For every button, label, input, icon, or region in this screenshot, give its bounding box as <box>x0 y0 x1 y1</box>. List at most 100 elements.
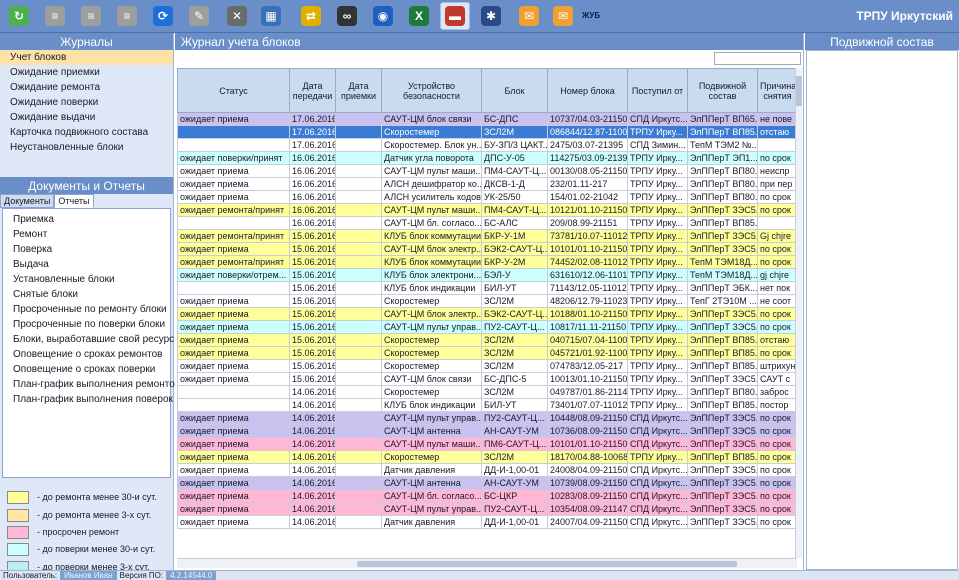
report-item[interactable]: Оповещение о сроках поверки <box>3 362 170 377</box>
journal-item[interactable]: Ожидание поверки <box>0 95 173 110</box>
report-item[interactable]: Просроченные по ремонту блоки <box>3 302 170 317</box>
cell-reason: по срок <box>757 424 797 438</box>
grid-horizontal-scrollbar[interactable] <box>177 558 797 568</box>
report-item[interactable]: Снятые блоки <box>3 287 170 302</box>
wrench-button[interactable]: ✕ <box>222 2 252 30</box>
table-row[interactable]: ожидает поверки/отрем... 15.06.2016 КЛУБ б… <box>177 268 797 282</box>
vertical-scroll-thumb[interactable] <box>796 76 802 106</box>
filter-input[interactable] <box>714 52 801 65</box>
table-row[interactable]: ожидает приема 14.06.2016 Датчик давления Д… <box>177 463 797 477</box>
cell-number: 10101/01.10-21150 <box>547 437 628 451</box>
report-item[interactable]: Поверка <box>3 242 170 257</box>
cell-reason: по срок <box>757 463 797 477</box>
table-row[interactable]: ожидает ремонта/принят 15.06.2016 КЛУБ бло… <box>177 255 797 269</box>
table-row[interactable]: ожидает приема 15.06.2016 Скоростемер ЗСЛ2М… <box>177 346 797 360</box>
table-row[interactable]: ожидает приема 16.06.2016 АЛСН усилитель к… <box>177 190 797 204</box>
cell-reason: по срок <box>757 151 797 165</box>
report-item[interactable]: Блоки, выработавшие свой ресурс <box>3 332 174 347</box>
binoculars-button[interactable]: ∞ <box>332 2 362 30</box>
table-row[interactable]: 15.06.2016 КЛУБ блок индикации БИЛ-УТ 71143… <box>177 281 797 295</box>
table-row[interactable]: ожидает приема 14.06.2016 САУТ-ЦМ пульт уп… <box>177 411 797 425</box>
journal-item[interactable]: Учет блоков <box>0 50 173 65</box>
report-item[interactable]: Ремонт <box>3 227 170 242</box>
cell-device: Скоростемер <box>381 359 482 373</box>
table-row[interactable]: ожидает приема 14.06.2016 Датчик давления Д… <box>177 515 797 529</box>
table-row[interactable]: 16.06.2016 САУТ-ЦМ бл. согласо... БС-АЛС 20… <box>177 216 797 230</box>
table-row[interactable]: 17.06.2016 Скоростемер. Блок ун... БУ-ЗП/3… <box>177 138 797 152</box>
calculator-button[interactable]: ▦ <box>256 2 286 30</box>
report-item[interactable]: Приемка <box>3 212 170 227</box>
grid-vertical-scrollbar[interactable] <box>795 68 802 558</box>
table-row[interactable]: 14.06.2016 Скоростемер ЗСЛ2М 049787/01.86-2… <box>177 385 797 399</box>
report-item[interactable]: Просроченные по поверки блоки <box>3 317 170 332</box>
mail-edit-button[interactable]: ✉ <box>548 2 578 30</box>
report-item[interactable]: Выдача <box>3 257 170 272</box>
refresh-button[interactable]: ↻ <box>4 2 34 30</box>
column-header[interactable]: Дата передачи <box>289 68 336 113</box>
table-row[interactable]: ожидает приема 14.06.2016 САУТ-ЦМ антенна А… <box>177 476 797 490</box>
table-row[interactable]: ожидает приема 16.06.2016 АЛСН дешифратор … <box>177 177 797 191</box>
journal-item[interactable]: Ожидание приемки <box>0 65 173 80</box>
table-row[interactable]: ожидает приема 15.06.2016 Скоростемер ЗСЛ2М… <box>177 359 797 373</box>
cell-stock: ЭлППерТ ЗЭС5... <box>687 515 758 529</box>
bug-button[interactable]: ✱ <box>476 2 506 30</box>
report-item[interactable]: Оповещение о сроках ремонтов <box>3 347 170 362</box>
tab-documents[interactable]: Документы <box>0 194 55 208</box>
report-item[interactable]: План-график выполнения ремонтов <box>3 377 180 392</box>
table-row[interactable]: ожидает приема 15.06.2016 САУТ-ЦМ блок свя… <box>177 372 797 386</box>
column-header[interactable]: Дата приемки <box>335 68 382 113</box>
table-row[interactable]: 17.06.2016 Скоростемер ЗСЛ2М 086844/12.87-1… <box>177 125 797 139</box>
table-row[interactable]: ожидает приема 15.06.2016 САУТ-ЦМ пульт уп… <box>177 320 797 334</box>
column-header[interactable]: Блок <box>481 68 548 113</box>
journal-item[interactable]: Ожидание ремонта <box>0 80 173 95</box>
cell-number: 232/01.11-217 <box>547 177 628 191</box>
legend-swatch <box>7 525 29 539</box>
database-settings-button[interactable]: ≡ <box>112 2 142 30</box>
user-transfer-button[interactable]: ⇄ <box>296 2 326 30</box>
table-row[interactable]: ожидает приема 16.06.2016 САУТ-ЦМ пульт ма… <box>177 164 797 178</box>
column-header[interactable]: Подвижной состав <box>687 68 758 113</box>
column-header[interactable]: Причина снятия <box>757 68 797 113</box>
database-button[interactable]: ≡ <box>40 2 70 30</box>
cell-stock: ЭлППерТ ЗЭС5... <box>687 476 758 490</box>
cell-block: БС-ЦКР <box>481 489 548 503</box>
sync-button[interactable]: ⟳ <box>148 2 178 30</box>
cell-from: СПД Иркутс... <box>627 112 688 126</box>
mail-button[interactable]: ✉ <box>514 2 544 30</box>
globe-button[interactable]: ◉ <box>368 2 398 30</box>
journal-item[interactable]: Карточка подвижного состава <box>0 125 173 140</box>
table-row[interactable]: ожидает ремонта/принят 16.06.2016 САУТ-ЦМ … <box>177 203 797 217</box>
column-header[interactable]: Поступил от <box>627 68 688 113</box>
table-row[interactable]: ожидает приема 14.06.2016 САУТ-ЦМ пульт ма… <box>177 437 797 451</box>
table-row[interactable]: ожидает приема 14.06.2016 САУТ-ЦМ антенна А… <box>177 424 797 438</box>
column-header[interactable]: Номер блока <box>547 68 628 113</box>
report-item[interactable]: План-график выполнения поверок <box>3 392 173 407</box>
cell-device: САУТ-ЦМ пульт управ... <box>381 411 482 425</box>
main-toolbar: ↻ ≡ ≡ ≡ ⟳ ✎ ✕ ▦ ⇄ ∞ ◉ X ▬ ✱ ✉ ✉ ЖУБ ТРПУ Иркутский <box>0 0 959 33</box>
table-row[interactable]: ожидает приема 15.06.2016 САУТ-ЦМ блок эле… <box>177 307 797 321</box>
journal-item[interactable]: Ожидание выдачи <box>0 110 173 125</box>
report-item[interactable]: Установленные блоки <box>3 272 170 287</box>
table-row[interactable]: ожидает приема 14.06.2016 САУТ-ЦМ пульт уп… <box>177 502 797 516</box>
table-row[interactable]: ожидает приема 14.06.2016 САУТ-ЦМ бл. согл… <box>177 489 797 503</box>
horizontal-scroll-thumb[interactable] <box>357 561 737 567</box>
cell-block: БУ-ЗП/3 ЦАКТ... <box>481 138 548 152</box>
table-row[interactable]: ожидает поверки/принят 16.06.2016 Датчик у… <box>177 151 797 165</box>
tab-reports[interactable]: Отчеты <box>54 194 94 208</box>
column-header[interactable]: Устройство безопасности <box>381 68 482 113</box>
excel-button[interactable]: X <box>404 2 434 30</box>
train-button[interactable]: ▬ <box>440 2 470 30</box>
tools-button[interactable]: ✎ <box>184 2 214 30</box>
database-export-button[interactable]: ≡ <box>76 2 106 30</box>
journal-item[interactable]: Неустановленные блоки <box>0 140 173 155</box>
cell-date-rx <box>335 151 382 165</box>
table-row[interactable]: ожидает приема 15.06.2016 Скоростемер ЗСЛ2М… <box>177 333 797 347</box>
table-row[interactable]: ожидает приема 15.06.2016 САУТ-ЦМ блок эле… <box>177 242 797 256</box>
table-row[interactable]: ожидает приема 15.06.2016 Скоростемер ЗСЛ2М… <box>177 294 797 308</box>
cell-date-rx <box>335 164 382 178</box>
table-row[interactable]: 14.06.2016 КЛУБ блок индикации БИЛ-УТ 73401… <box>177 398 797 412</box>
table-row[interactable]: ожидает ремонта/принят 15.06.2016 КЛУБ бло… <box>177 229 797 243</box>
table-row[interactable]: ожидает приема 17.06.2016 САУТ-ЦМ блок свя… <box>177 112 797 126</box>
table-row[interactable]: ожидает приема 14.06.2016 Скоростемер ЗСЛ2М… <box>177 450 797 464</box>
column-header[interactable]: Статус <box>177 68 290 113</box>
